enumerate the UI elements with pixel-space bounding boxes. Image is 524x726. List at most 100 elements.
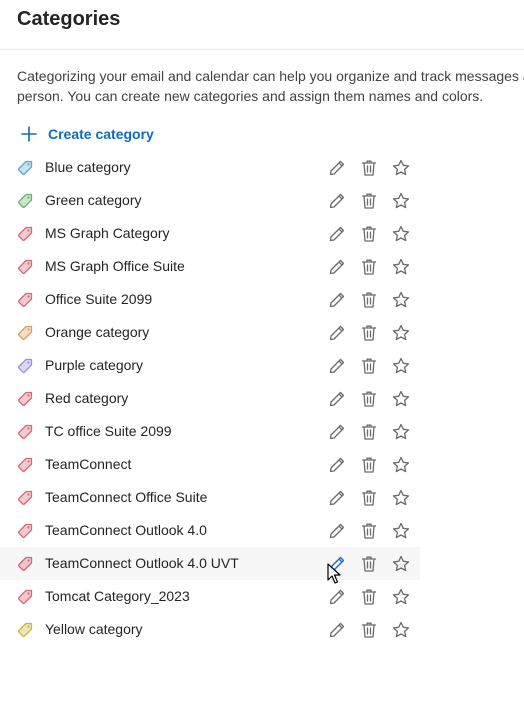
edit-category-button[interactable] — [326, 421, 348, 443]
edit-category-button[interactable] — [326, 586, 348, 608]
favorite-category-button[interactable] — [390, 388, 412, 410]
delete-category-button[interactable] — [358, 553, 380, 575]
star-icon — [392, 192, 410, 209]
edit-category-button[interactable] — [326, 289, 348, 311]
favorite-category-button[interactable] — [390, 454, 412, 476]
delete-category-button[interactable] — [358, 322, 380, 344]
pencil-icon — [329, 226, 345, 242]
star-icon — [392, 324, 410, 341]
delete-category-button[interactable] — [358, 520, 380, 542]
pencil-icon — [329, 391, 345, 407]
star-icon — [392, 225, 410, 242]
trash-icon — [361, 622, 377, 638]
category-row: Purple category — [0, 349, 420, 382]
trash-icon — [361, 226, 377, 242]
favorite-category-button[interactable] — [390, 157, 412, 179]
edit-category-button[interactable] — [326, 454, 348, 476]
trash-icon — [361, 358, 377, 374]
category-row: MS Graph Category — [0, 217, 420, 250]
trash-icon — [361, 391, 377, 407]
favorite-category-button[interactable] — [390, 355, 412, 377]
edit-category-button[interactable] — [326, 388, 348, 410]
delete-category-button[interactable] — [358, 421, 380, 443]
pencil-icon — [329, 457, 345, 473]
favorite-category-button[interactable] — [390, 553, 412, 575]
delete-category-button[interactable] — [358, 586, 380, 608]
category-row: Green category — [0, 184, 420, 217]
tag-icon — [18, 622, 33, 637]
tag-icon — [18, 589, 33, 604]
delete-category-button[interactable] — [358, 256, 380, 278]
category-name: Yellow category — [45, 621, 143, 637]
tag-icon — [18, 490, 33, 505]
tag-icon — [18, 391, 33, 406]
edit-category-button[interactable] — [326, 256, 348, 278]
favorite-category-button[interactable] — [390, 256, 412, 278]
edit-category-button[interactable] — [326, 190, 348, 212]
trash-icon — [361, 259, 377, 275]
edit-category-button[interactable] — [326, 157, 348, 179]
edit-category-button[interactable] — [326, 520, 348, 542]
category-name: Green category — [45, 192, 142, 208]
favorite-category-button[interactable] — [390, 322, 412, 344]
star-icon — [392, 390, 410, 407]
star-icon — [392, 555, 410, 572]
category-name: Blue category — [45, 159, 131, 175]
tag-icon — [18, 259, 33, 274]
category-name: Office Suite 2099 — [45, 291, 153, 307]
trash-icon — [361, 424, 377, 440]
edit-category-button[interactable] — [326, 487, 348, 509]
category-name: MS Graph Category — [45, 225, 170, 241]
category-name: Orange category — [45, 324, 150, 340]
category-name: Purple category — [45, 357, 144, 373]
favorite-category-button[interactable] — [390, 223, 412, 245]
delete-category-button[interactable] — [358, 355, 380, 377]
favorite-category-button[interactable] — [390, 421, 412, 443]
delete-category-button[interactable] — [358, 388, 380, 410]
pencil-icon — [329, 424, 345, 440]
favorite-category-button[interactable] — [390, 289, 412, 311]
trash-icon — [361, 160, 377, 176]
star-icon — [392, 423, 410, 440]
category-row: TC office Suite 2099 — [0, 415, 420, 448]
delete-category-button[interactable] — [358, 190, 380, 212]
star-icon — [392, 522, 410, 539]
favorite-category-button[interactable] — [390, 190, 412, 212]
pencil-icon — [329, 589, 345, 605]
delete-category-button[interactable] — [358, 454, 380, 476]
edit-category-button[interactable] — [326, 619, 348, 641]
delete-category-button[interactable] — [358, 619, 380, 641]
favorite-category-button[interactable] — [390, 487, 412, 509]
category-row: TeamConnect Outlook 4.0 UVT — [0, 547, 420, 580]
pencil-icon — [329, 622, 345, 638]
favorite-category-button[interactable] — [390, 619, 412, 641]
pencil-icon — [329, 292, 345, 308]
trash-icon — [361, 292, 377, 308]
pencil-icon — [329, 325, 345, 341]
tag-icon — [18, 523, 33, 538]
plus-icon — [21, 126, 37, 142]
delete-category-button[interactable] — [358, 157, 380, 179]
favorite-category-button[interactable] — [390, 586, 412, 608]
pencil-icon — [329, 259, 345, 275]
edit-category-button[interactable] — [326, 223, 348, 245]
edit-category-button[interactable] — [326, 553, 348, 575]
trash-icon — [361, 193, 377, 209]
edit-category-button[interactable] — [326, 322, 348, 344]
favorite-category-button[interactable] — [390, 520, 412, 542]
edit-category-button[interactable] — [326, 355, 348, 377]
delete-category-button[interactable] — [358, 223, 380, 245]
tag-icon — [18, 556, 33, 571]
create-category-button[interactable]: Create category — [20, 123, 154, 145]
category-name: TeamConnect Outlook 4.0 — [45, 522, 207, 538]
delete-category-button[interactable] — [358, 289, 380, 311]
pencil-icon — [329, 193, 345, 209]
pencil-icon — [329, 523, 345, 539]
description-line-2: person. You can create new categories an… — [17, 88, 484, 104]
star-icon — [392, 489, 410, 506]
pencil-icon — [329, 160, 345, 176]
star-icon — [392, 357, 410, 374]
category-row: Yellow category — [0, 613, 420, 646]
delete-category-button[interactable] — [358, 487, 380, 509]
star-icon — [392, 456, 410, 473]
